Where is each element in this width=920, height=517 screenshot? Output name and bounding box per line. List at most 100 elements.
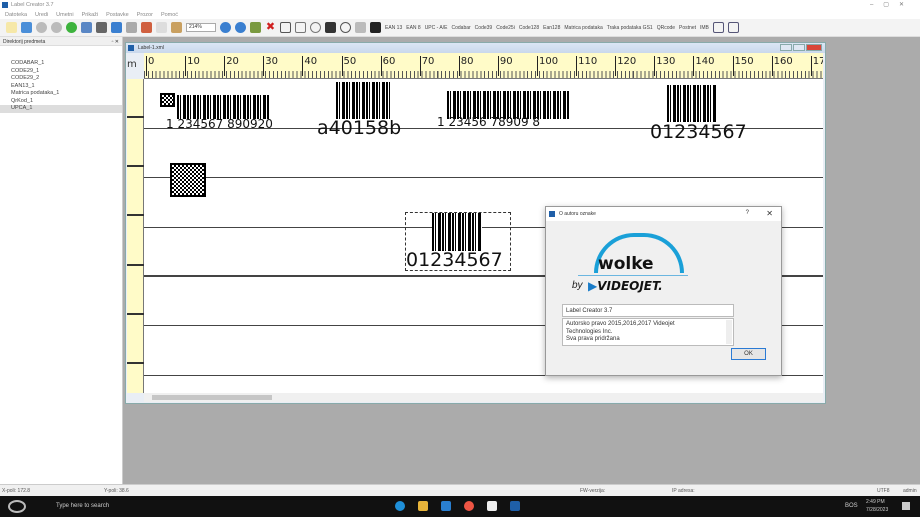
product-field[interactable]: Label Creator 3.7: [562, 304, 734, 317]
up-icon[interactable]: [36, 22, 47, 33]
wolke-logo: wolke: [598, 254, 654, 274]
code39-button[interactable]: Code39: [475, 25, 493, 31]
menu-edit[interactable]: Uredi: [35, 12, 48, 18]
shape-icon[interactable]: [340, 22, 351, 33]
clock-date[interactable]: 7/28/2023: [866, 507, 888, 513]
start-icon[interactable]: [8, 500, 26, 513]
ruler-label: 170: [810, 56, 823, 76]
new-icon[interactable]: [6, 22, 17, 33]
gs1-databar-button[interactable]: Traka podataka GS1: [607, 25, 653, 31]
down-icon[interactable]: [51, 22, 62, 33]
text-icon[interactable]: [280, 22, 291, 33]
fw-version: FW-verzija:: [580, 488, 606, 494]
copy-icon[interactable]: [156, 22, 167, 33]
ean8-button[interactable]: EAN 8: [406, 25, 420, 31]
fit-icon[interactable]: [250, 22, 261, 33]
datamatrix-button[interactable]: Matrica podataka: [564, 25, 602, 31]
list-item-selected[interactable]: UPCA_1: [0, 105, 122, 113]
imb-button[interactable]: IMB: [700, 25, 709, 31]
copyright-textarea[interactable]: Autorsko pravo 2015,2016,2017 Videojet T…: [562, 318, 734, 346]
zoom-select[interactable]: 214%: [186, 23, 216, 32]
postnet-button[interactable]: Postnet: [679, 25, 696, 31]
menu-insert[interactable]: Umetni: [56, 12, 73, 18]
codabar-button[interactable]: Codabar: [451, 25, 470, 31]
code25i-button[interactable]: Code25i: [496, 25, 515, 31]
taskbar-search[interactable]: Type here to search: [38, 499, 128, 514]
codabar-barcode[interactable]: [336, 82, 391, 119]
date-icon[interactable]: [295, 22, 306, 33]
counter-icon[interactable]: [325, 22, 336, 33]
menu-help[interactable]: Pomoć: [161, 12, 178, 18]
list-item[interactable]: Matrica podataka_1: [0, 90, 122, 98]
cut-icon[interactable]: [141, 22, 152, 33]
chrome-icon[interactable]: [464, 501, 474, 511]
ruler-label: 150: [732, 56, 754, 76]
save-icon[interactable]: [81, 22, 92, 33]
maximize-button[interactable]: [793, 44, 805, 51]
notification-icon[interactable]: [902, 502, 910, 510]
ean13-barcode[interactable]: [177, 95, 269, 119]
list-item[interactable]: CODABAR_1: [0, 60, 122, 68]
image-icon[interactable]: [355, 22, 366, 33]
list-item[interactable]: EAN13_1: [0, 83, 122, 91]
menu-bar: Datoteka Uredi Umetni Prikaži Postavke P…: [0, 10, 920, 19]
explorer-icon[interactable]: [418, 501, 428, 511]
title-bar: Label Creator 3.7 –▢✕: [0, 0, 920, 10]
language[interactable]: BOS: [845, 503, 858, 509]
zoom-in-icon[interactable]: [220, 22, 231, 33]
datamatrix-code[interactable]: [160, 93, 175, 107]
ruler-label: 50: [341, 56, 356, 76]
textarea-scrollbar[interactable]: [726, 320, 732, 344]
open-icon[interactable]: [21, 22, 32, 33]
paste-icon[interactable]: [171, 22, 182, 33]
store-icon[interactable]: [441, 501, 451, 511]
window-controls[interactable]: –▢✕: [870, 1, 914, 8]
tile-icon[interactable]: [727, 22, 739, 33]
ok-button[interactable]: OK: [731, 348, 766, 360]
ip-address: IP adresa:: [672, 488, 695, 494]
print-icon[interactable]: [96, 22, 107, 33]
edge-icon[interactable]: [395, 501, 405, 511]
list-item[interactable]: QrKod_1: [0, 98, 122, 106]
clock-icon[interactable]: [310, 22, 321, 33]
print-start-icon[interactable]: [66, 22, 77, 33]
zoom-out-icon[interactable]: [235, 22, 246, 33]
list-item[interactable]: CODE29_2: [0, 75, 122, 83]
label-creator-taskbar-icon[interactable]: [510, 501, 520, 511]
qrcode-button[interactable]: QRcode: [657, 25, 675, 31]
ean13-button[interactable]: EAN 13: [385, 25, 402, 31]
horizontal-ruler: 0 10 20 30 40 50 60 70 80 90 100 110 120 130 140 150 160…: [144, 53, 823, 79]
videojet-logo: ▶VIDEOJET.: [588, 279, 663, 293]
undo-icon[interactable]: [111, 22, 122, 33]
upc-button[interactable]: UPC - A/E: [425, 25, 448, 31]
delete-icon[interactable]: ✖: [265, 22, 276, 33]
dialog-close-button[interactable]: ✕: [766, 209, 773, 218]
taskbar: Type here to search BOS 2:49 PM 7/28/202…: [0, 496, 920, 517]
ruler-label: 110: [576, 56, 597, 76]
ean128-button[interactable]: Ean128: [543, 25, 560, 31]
cascade-icon[interactable]: [712, 22, 724, 33]
close-button[interactable]: [806, 44, 822, 51]
list-item[interactable]: CODE29_1: [0, 68, 122, 76]
x-position: X-poli: 172.8: [2, 488, 31, 494]
code39-barcode-1[interactable]: [667, 85, 717, 122]
menu-file[interactable]: Datoteka: [5, 12, 27, 18]
redo-icon[interactable]: [126, 22, 137, 33]
menu-view[interactable]: Prikaži: [82, 12, 99, 18]
app-icon[interactable]: [487, 501, 497, 511]
code128-button[interactable]: Code128: [519, 25, 539, 31]
menu-settings[interactable]: Postavke: [106, 12, 129, 18]
barcode-icon[interactable]: [370, 22, 381, 33]
clock-time[interactable]: 2:49 PM: [866, 499, 885, 505]
ruler-label: 140: [693, 56, 714, 76]
qr-code[interactable]: [170, 163, 206, 197]
code39-barcode-2[interactable]: [432, 213, 482, 251]
panel-close-icon[interactable]: ▫ ✕: [112, 39, 119, 45]
ruler-label: 80: [458, 56, 474, 76]
codabar-text: a40158b: [317, 117, 402, 139]
minimize-button[interactable]: [780, 44, 792, 51]
menu-window[interactable]: Prozor: [137, 12, 153, 18]
ruler-label: 160: [771, 56, 793, 76]
horizontal-scrollbar[interactable]: [144, 393, 823, 402]
help-button[interactable]: ?: [746, 210, 749, 216]
